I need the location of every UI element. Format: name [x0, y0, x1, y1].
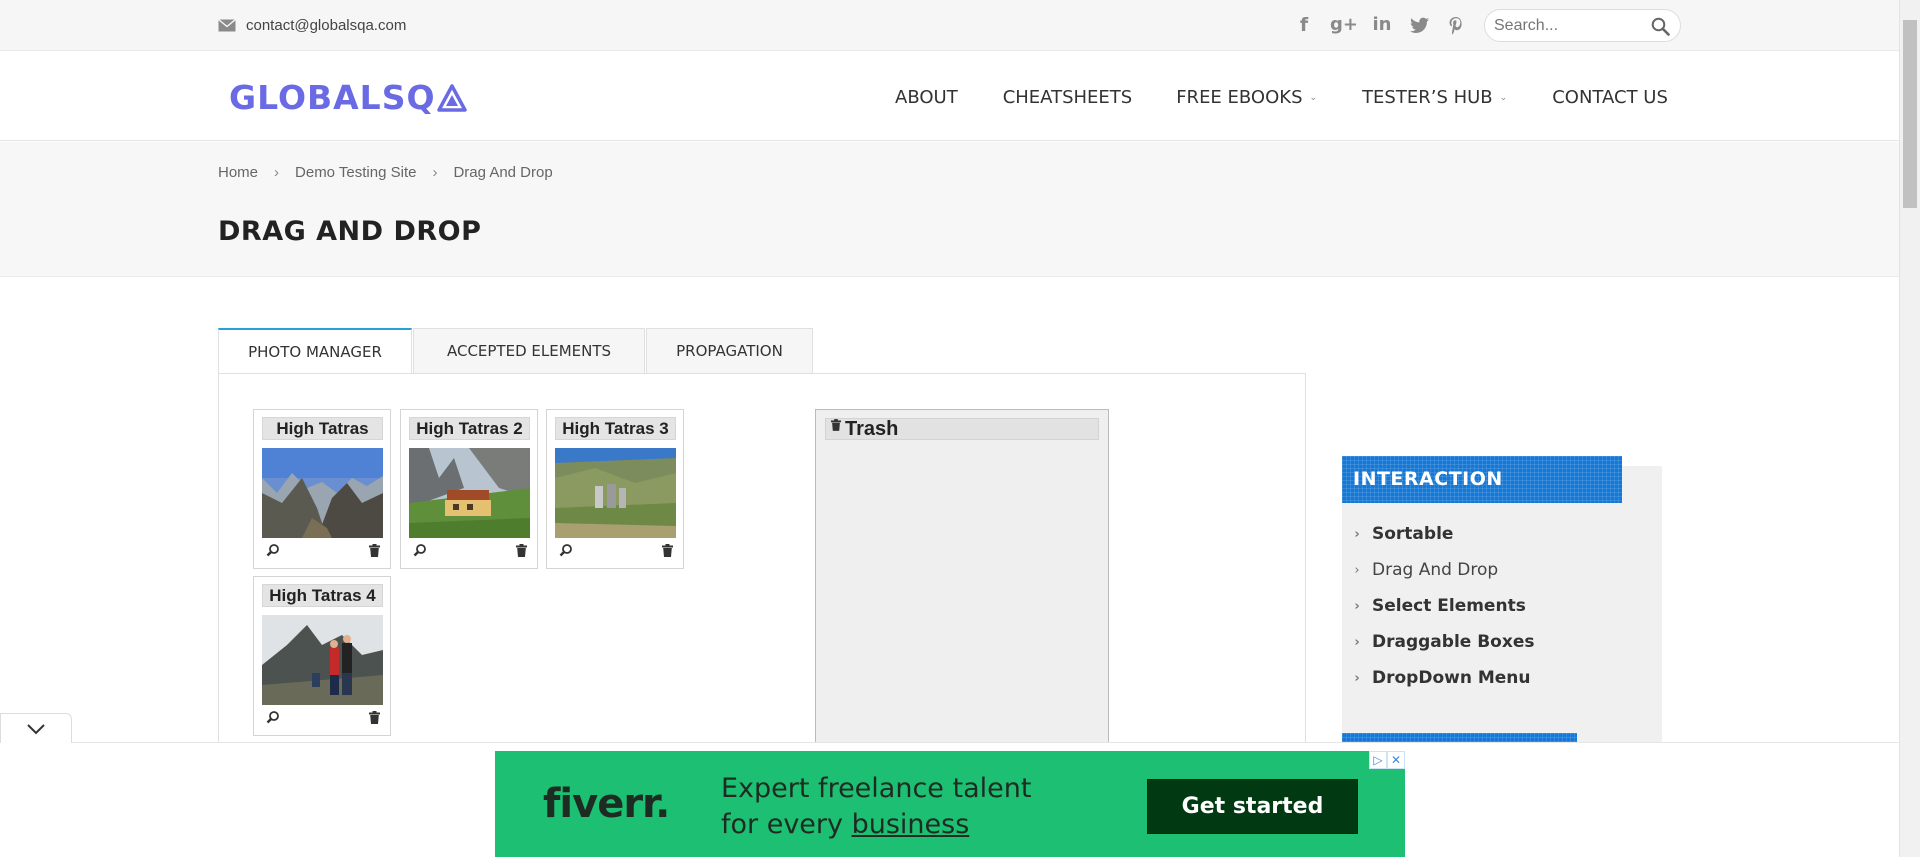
breadcrumb-demo-testing-site[interactable]: Demo Testing Site [295, 164, 416, 181]
trash-label: Trash [845, 417, 899, 440]
pinterest-icon[interactable] [1446, 14, 1466, 36]
gallery-item[interactable]: High Tatras 2 [400, 409, 538, 569]
tab-propagation[interactable]: PROPAGATION [646, 328, 813, 373]
gallery-item-title: High Tatras [262, 417, 383, 440]
trash-icon[interactable] [369, 711, 380, 729]
contact-email-text[interactable]: contact@globalsqa.com [246, 17, 406, 34]
gallery-item-image [555, 448, 676, 538]
gallery-item-image [262, 615, 383, 705]
page-scrollbar[interactable] [1899, 0, 1920, 857]
page-title-band: Home › Demo Testing Site › Drag And Drop… [0, 142, 1899, 277]
nav-about[interactable]: ABOUT [895, 87, 958, 108]
top-bar: contact@globalsqa.com f g+ in [0, 0, 1899, 51]
breadcrumb-home[interactable]: Home [218, 164, 258, 181]
chevron-right-icon: › [1354, 562, 1360, 578]
chevron-right-icon: › [432, 164, 438, 181]
ad-get-started-button[interactable]: Get started [1147, 779, 1358, 834]
sidebar-item-select-elements[interactable]: › Select Elements [1342, 588, 1534, 624]
site-header: GLOBALSQ ABOUT CHEATSHEETS FREE EBOOKS ⌄ … [0, 51, 1899, 141]
sidebar-item-drag-and-drop[interactable]: › Drag And Drop [1342, 552, 1534, 588]
google-plus-icon[interactable]: g+ [1330, 14, 1358, 36]
nav-cheatsheets[interactable]: CHEATSHEETS [1003, 87, 1133, 108]
social-links: f g+ in [1294, 14, 1466, 36]
scrollbar-thumb[interactable] [1903, 20, 1917, 208]
search-icon[interactable] [1651, 17, 1670, 41]
search-input[interactable] [1494, 17, 1644, 35]
gallery-item-title: High Tatras 4 [262, 584, 383, 607]
nav-free-ebooks[interactable]: FREE EBOOKS ⌄ [1176, 87, 1317, 108]
advertisement-banner[interactable]: fiverr. Expert freelance talent for ever… [495, 751, 1405, 857]
sidebar-list: › Sortable › Drag And Drop › Select Element… [1342, 516, 1534, 696]
trash-icon [831, 418, 841, 436]
gallery-item[interactable]: High Tatras 3 [546, 409, 684, 569]
chevron-right-icon: › [1354, 598, 1360, 614]
gallery-item[interactable]: High Tatras [253, 409, 391, 569]
trash-header: Trash [825, 418, 1099, 440]
chevron-right-icon: › [1354, 670, 1360, 686]
sidebar-item-sortable[interactable]: › Sortable [1342, 516, 1534, 552]
ad-brand: fiverr. [543, 781, 670, 827]
tab-accepted-elements[interactable]: ACCEPTED ELEMENTS [413, 328, 645, 373]
chevron-down-icon: ⌄ [1499, 92, 1508, 103]
search-box [1484, 9, 1681, 42]
tab-photo-manager[interactable]: PHOTO MANAGER [218, 328, 412, 374]
nav-contact-us[interactable]: CONTACT US [1552, 87, 1668, 108]
ad-choices-icon[interactable]: ▷ [1369, 751, 1387, 769]
breadcrumb: Home › Demo Testing Site › Drag And Drop [218, 164, 553, 181]
gallery-item-image [409, 448, 530, 538]
mail-icon [218, 19, 236, 32]
main-nav: ABOUT CHEATSHEETS FREE EBOOKS ⌄ TESTER’S … [895, 87, 1668, 108]
logo-triangle-icon [436, 83, 467, 112]
site-logo[interactable]: GLOBALSQ [229, 78, 467, 117]
breadcrumb-current: Drag And Drop [453, 164, 553, 181]
zoom-icon[interactable] [266, 711, 280, 729]
trash-icon[interactable] [662, 544, 673, 562]
zoom-icon[interactable] [413, 544, 427, 562]
chevron-right-icon: › [1354, 634, 1360, 650]
logo-text: GLOBALSQ [229, 78, 436, 117]
sidebar-heading: INTERACTION [1342, 456, 1622, 503]
demo-tabs: PHOTO MANAGER ACCEPTED ELEMENTS PROPAGAT… [218, 328, 814, 374]
sidebar-item-draggable-boxes[interactable]: › Draggable Boxes [1342, 624, 1534, 660]
chevron-down-icon [27, 723, 45, 734]
ad-choices[interactable]: ▷ ✕ [1369, 751, 1405, 769]
zoom-icon[interactable] [266, 544, 280, 562]
linkedin-icon[interactable]: in [1370, 14, 1394, 36]
twitter-icon[interactable] [1410, 14, 1430, 36]
trash-icon[interactable] [369, 544, 380, 562]
facebook-icon[interactable]: f [1294, 14, 1314, 36]
gallery-item-image [262, 448, 383, 538]
chevron-right-icon: › [1354, 526, 1360, 542]
ad-tagline-link[interactable]: business [852, 809, 970, 840]
zoom-icon[interactable] [559, 544, 573, 562]
contact-email[interactable]: contact@globalsqa.com [218, 17, 406, 34]
sidebar-item-dropdown-menu[interactable]: › DropDown Menu [1342, 660, 1534, 696]
trash-drop-zone[interactable]: Trash [815, 409, 1109, 759]
nav-testers-hub[interactable]: TESTER’S HUB ⌄ [1362, 87, 1507, 108]
gallery-item[interactable]: High Tatras 4 [253, 576, 391, 736]
page-title: DRAG AND DROP [218, 216, 482, 247]
ad-close-icon[interactable]: ✕ [1387, 751, 1405, 769]
ad-collapse-button[interactable] [0, 713, 72, 743]
gallery-item-title: High Tatras 3 [555, 417, 676, 440]
chevron-down-icon: ⌄ [1309, 92, 1318, 103]
trash-icon[interactable] [516, 544, 527, 562]
chevron-right-icon: › [274, 164, 280, 181]
ad-tagline: Expert freelance talent for every busine… [721, 773, 1032, 840]
gallery-item-title: High Tatras 2 [409, 417, 530, 440]
